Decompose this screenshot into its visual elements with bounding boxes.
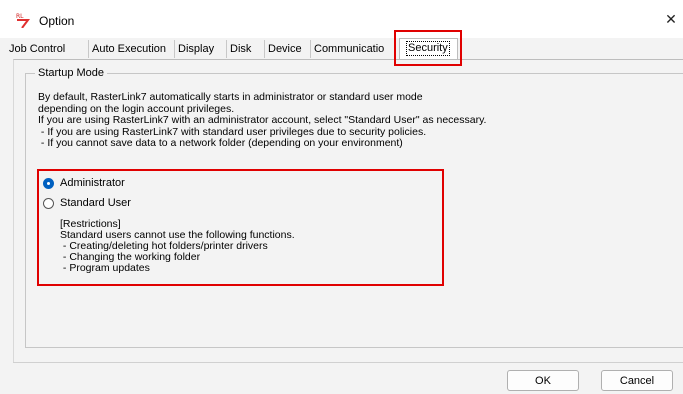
description-line: - If you cannot save data to a network f… bbox=[38, 137, 403, 149]
option-dialog: RL Option ✕ Job Control Auto Execution D… bbox=[0, 0, 683, 394]
restrictions-line: - Program updates bbox=[60, 262, 150, 274]
standard-user-label[interactable]: Standard User bbox=[60, 197, 131, 209]
rasterlink-app-icon: RL bbox=[16, 13, 30, 28]
description-line: By default, RasterLink7 automatically st… bbox=[38, 91, 423, 103]
administrator-label[interactable]: Administrator bbox=[60, 177, 125, 189]
title-bar: RL Option ✕ bbox=[0, 0, 683, 38]
description-line: If you are using RasterLink7 with an adm… bbox=[38, 114, 487, 126]
ok-button[interactable]: OK bbox=[507, 370, 579, 391]
tab-communication[interactable]: Communicatio bbox=[311, 40, 399, 58]
tab-auto-execution[interactable]: Auto Execution bbox=[89, 40, 175, 58]
cancel-button[interactable]: Cancel bbox=[601, 370, 673, 391]
tab-display[interactable]: Display bbox=[175, 40, 227, 58]
standard-user-radio[interactable] bbox=[43, 198, 54, 209]
window-title: Option bbox=[39, 14, 75, 28]
tab-strip: Job Control Auto Execution Display Disk … bbox=[0, 38, 683, 60]
startup-mode-description: By default, RasterLink7 automatically st… bbox=[38, 91, 487, 150]
administrator-radio[interactable] bbox=[43, 178, 54, 189]
svg-text:RL: RL bbox=[16, 13, 24, 20]
restrictions-text: [Restrictions] Standard users cannot use… bbox=[60, 219, 295, 274]
close-icon[interactable]: ✕ bbox=[663, 10, 679, 28]
tab-disk[interactable]: Disk bbox=[227, 40, 265, 58]
security-tab-highlight bbox=[394, 30, 462, 66]
footer-divider bbox=[13, 362, 683, 363]
startup-mode-legend: Startup Mode bbox=[35, 67, 108, 79]
tab-device[interactable]: Device bbox=[265, 40, 311, 58]
tab-job-control[interactable]: Job Control bbox=[6, 40, 89, 58]
